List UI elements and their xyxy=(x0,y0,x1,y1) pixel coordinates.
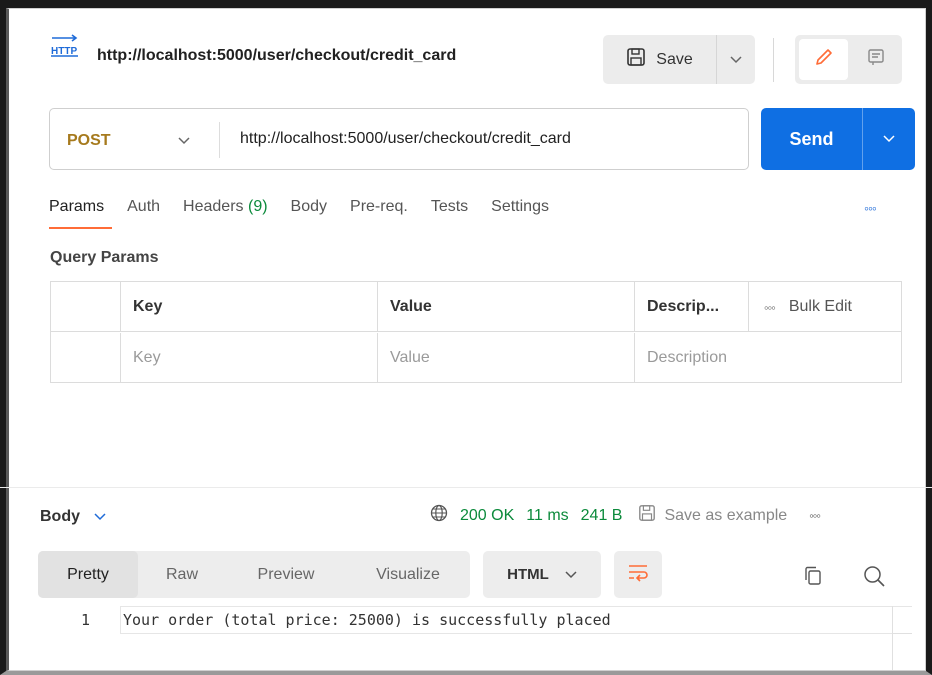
value-input[interactable]: Value xyxy=(378,333,635,383)
chevron-down-icon[interactable] xyxy=(178,132,190,150)
chevron-down-icon xyxy=(94,508,106,526)
save-label: Save xyxy=(656,50,693,68)
header-divider xyxy=(773,38,774,82)
save-icon xyxy=(638,504,656,527)
headers-count: (9) xyxy=(247,198,268,215)
save-as-example-button[interactable]: Save as example xyxy=(638,504,787,527)
more-icon[interactable]: ◦◦◦ xyxy=(809,508,821,523)
tab-auth[interactable]: Auth xyxy=(127,198,160,216)
request-tabs: Params Auth Headers (9) Body Pre-req. Te… xyxy=(49,198,572,229)
save-button-group: Save xyxy=(603,35,755,84)
bulk-edit-cell: ◦◦◦ Bulk Edit xyxy=(749,282,901,332)
response-divider[interactable] xyxy=(0,487,932,488)
tab-settings[interactable]: Settings xyxy=(491,198,549,216)
response-size[interactable]: 241 B xyxy=(581,507,623,525)
wrap-lines-button[interactable] xyxy=(614,551,662,598)
value-column-header: Value xyxy=(378,282,635,332)
edit-mode-button[interactable] xyxy=(799,39,849,80)
pencil-icon xyxy=(814,47,834,72)
copy-icon[interactable] xyxy=(803,565,823,592)
tab-headers-label: Headers xyxy=(183,198,244,215)
response-meta: 200 OK 11 ms 241 B Save as example ◦◦◦ xyxy=(430,504,821,527)
response-time[interactable]: 11 ms xyxy=(526,507,568,525)
search-icon[interactable] xyxy=(862,564,886,593)
method-select[interactable]: POST xyxy=(67,132,111,150)
tab-pre-request[interactable]: Pre-req. xyxy=(350,198,408,216)
format-select[interactable]: HTML xyxy=(483,551,601,598)
chevron-down-icon xyxy=(565,566,577,583)
tab-headers[interactable]: Headers (9) xyxy=(183,198,268,216)
url-input[interactable]: http://localhost:5000/user/checkout/cred… xyxy=(240,130,571,148)
tab-tests[interactable]: Tests xyxy=(431,198,468,216)
response-body-label: Body xyxy=(40,508,80,525)
globe-icon[interactable] xyxy=(430,504,448,527)
more-icon[interactable]: ◦◦◦ xyxy=(764,300,776,315)
table-header-row: Key Value Descrip... ◦◦◦ Bulk Edit xyxy=(51,282,901,332)
save-button[interactable]: Save xyxy=(603,35,717,84)
mode-toggle xyxy=(795,35,902,84)
code-scrollbar-top xyxy=(892,606,912,634)
more-icon[interactable]: ◦◦◦ xyxy=(864,200,877,216)
save-as-example-label: Save as example xyxy=(664,506,788,524)
tab-visualize[interactable]: Visualize xyxy=(346,551,470,598)
table-row: Key Value Description xyxy=(51,333,901,383)
row-checkbox-cell xyxy=(51,333,121,383)
tab-params[interactable]: Params xyxy=(49,198,113,229)
save-icon xyxy=(626,47,646,72)
tab-body[interactable]: Body xyxy=(291,198,327,216)
http-icon: HTTP xyxy=(45,34,85,60)
tab-pretty[interactable]: Pretty xyxy=(38,551,138,598)
key-input[interactable]: Key xyxy=(121,333,378,383)
send-button-group: Send xyxy=(761,108,915,170)
bulk-edit-button[interactable]: Bulk Edit xyxy=(789,298,852,316)
chevron-down-icon xyxy=(883,130,895,148)
description-column-header: Descrip... xyxy=(635,282,749,332)
response-view-tabs: Pretty Raw Preview Visualize xyxy=(38,551,470,598)
status-code[interactable]: 200 OK xyxy=(460,507,514,525)
description-input[interactable]: Description xyxy=(635,333,901,383)
wrap-lines-icon xyxy=(627,562,649,587)
response-body-text[interactable]: Your order (total price: 25000) is succe… xyxy=(123,611,611,629)
chevron-down-icon xyxy=(730,51,742,69)
line-number: 1 xyxy=(81,611,91,629)
save-options-button[interactable] xyxy=(717,35,755,84)
method-divider xyxy=(219,122,220,158)
send-button[interactable]: Send xyxy=(761,108,862,170)
checkbox-column-header xyxy=(51,282,121,332)
query-params-title: Query Params xyxy=(50,249,159,266)
format-label: HTML xyxy=(507,566,549,583)
comment-icon xyxy=(866,47,886,72)
key-column-header: Key xyxy=(121,282,378,332)
tab-preview[interactable]: Preview xyxy=(226,551,346,598)
tab-raw[interactable]: Raw xyxy=(138,551,226,598)
response-body-selector[interactable]: Body xyxy=(40,508,106,526)
params-table: Key Value Descrip... ◦◦◦ Bulk Edit Key V… xyxy=(50,281,902,383)
comments-button[interactable] xyxy=(854,39,898,80)
request-title[interactable]: http://localhost:5000/user/checkout/cred… xyxy=(97,47,456,65)
send-options-button[interactable] xyxy=(862,108,915,170)
